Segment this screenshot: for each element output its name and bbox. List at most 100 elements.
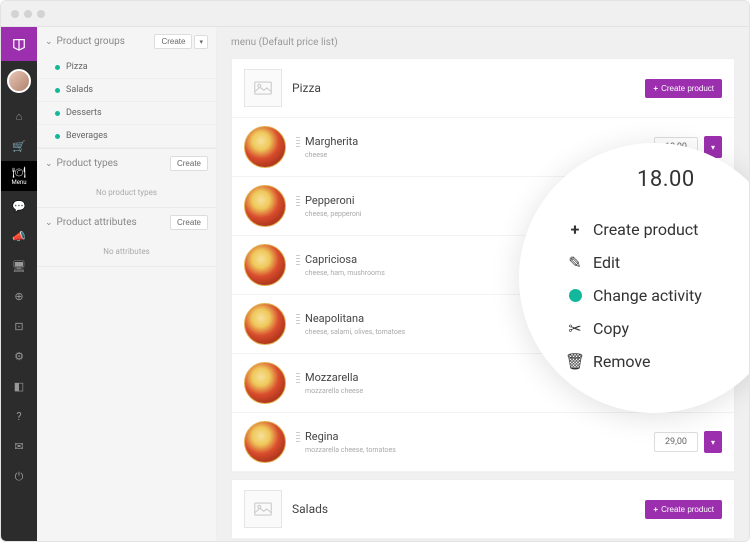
drag-handle-icon[interactable] xyxy=(296,432,300,442)
product-name: Capriciosa xyxy=(305,253,357,266)
product-name: Regina xyxy=(305,430,339,443)
image-placeholder-icon xyxy=(244,490,282,528)
create-product-button[interactable]: Create product xyxy=(645,500,722,519)
create-product-button[interactable]: Create product xyxy=(645,79,722,98)
sidebar-types-section: ⌄ Product types Create No product types xyxy=(37,149,216,208)
group-title: Pizza xyxy=(292,81,645,95)
sidebar-group-item[interactable]: Pizza xyxy=(37,56,216,79)
sidebar-types-header[interactable]: ⌄ Product types Create xyxy=(37,149,216,178)
create-type-button[interactable]: Create xyxy=(170,156,208,171)
scissors-icon: ✂ xyxy=(568,319,581,338)
sidebar-types-empty: No product types xyxy=(37,178,216,207)
chevron-down-icon: ⌄ xyxy=(45,37,53,47)
product-name: Margherita xyxy=(305,135,358,148)
sidebar-item-label: Beverages xyxy=(66,131,108,141)
window-titlebar xyxy=(1,1,749,27)
product-thumb xyxy=(244,362,286,404)
chevron-down-icon: ⌄ xyxy=(45,159,53,169)
rail-home[interactable]: ⌂ xyxy=(1,101,37,131)
activity-dot-icon xyxy=(569,289,582,302)
rail-announce[interactable]: 📣 xyxy=(1,221,37,251)
rail-reports[interactable]: ◧ xyxy=(1,371,37,401)
product-thumb xyxy=(244,126,286,168)
product-row: Regina mozzarella cheese, tomatoes29,00 ▾ xyxy=(232,413,734,472)
context-menu-item[interactable]: ✂ Copy xyxy=(565,312,749,345)
drag-handle-icon[interactable] xyxy=(296,137,300,147)
activity-dot-icon xyxy=(55,88,60,93)
product-thumb xyxy=(244,421,286,463)
sidebar-group-item[interactable]: Desserts xyxy=(37,102,216,125)
activity-dot-icon xyxy=(55,134,60,139)
rail-mail[interactable]: ✉ xyxy=(1,431,37,461)
sidebar-item-label: Salads xyxy=(66,85,93,95)
plus-icon: + xyxy=(571,220,580,239)
context-menu-label: Edit xyxy=(593,253,620,272)
context-menu-label: Change activity xyxy=(593,286,702,305)
trash-icon: 🗑 xyxy=(565,352,585,371)
icon-rail: ⌂ 🛒 🍽Menu 💬 📣 🖥 ⊕ ⊡ ⚙ ◧ ? ✉ ⏻ xyxy=(1,27,37,541)
product-thumb xyxy=(244,303,286,345)
context-menu-item[interactable]: + Create product xyxy=(565,213,749,246)
product-price[interactable]: 29,00 xyxy=(654,432,698,452)
window-dot xyxy=(37,10,45,18)
product-name: Neapolitana xyxy=(305,312,364,325)
product-name: Mozzarella xyxy=(305,371,358,384)
rail-cart[interactable]: 🛒 xyxy=(1,131,37,161)
drag-handle-icon[interactable] xyxy=(296,314,300,324)
context-menu-label: Copy xyxy=(593,319,629,338)
window-dot xyxy=(11,10,19,18)
main-panel: menu (Default price list) PizzaCreate pr… xyxy=(217,27,749,541)
group-card: SaladsCreate product xyxy=(231,479,735,540)
rail-menu[interactable]: 🍽Menu xyxy=(1,161,37,191)
product-thumb xyxy=(244,185,286,227)
app-window: ⌂ 🛒 🍽Menu 💬 📣 🖥 ⊕ ⊡ ⚙ ◧ ? ✉ ⏻ ⌄ Product … xyxy=(0,0,750,542)
drag-handle-icon[interactable] xyxy=(296,373,300,383)
drag-handle-icon[interactable] xyxy=(296,196,300,206)
sidebar-attributes-empty: No attributes xyxy=(37,237,216,266)
sidebar-attributes-header[interactable]: ⌄ Product attributes Create xyxy=(37,208,216,237)
sidebar-group-item[interactable]: Salads xyxy=(37,79,216,102)
rail-logo[interactable] xyxy=(1,27,37,61)
sidebar-types-title: Product types xyxy=(57,158,170,169)
product-description: mozzarella cheese, tomatoes xyxy=(305,446,654,454)
sidebar-group-item[interactable]: Beverages xyxy=(37,125,216,148)
context-menu-item[interactable]: 🗑 Remove xyxy=(565,345,749,378)
sidebar-item-label: Desserts xyxy=(66,108,102,118)
rail-module[interactable]: ⊡ xyxy=(1,311,37,341)
rail-globe[interactable]: ⊕ xyxy=(1,281,37,311)
product-thumb xyxy=(244,244,286,286)
group-header: PizzaCreate product xyxy=(232,59,734,118)
create-group-caret[interactable]: ▾ xyxy=(194,35,208,49)
create-attribute-button[interactable]: Create xyxy=(170,215,208,230)
context-menu-label: Remove xyxy=(593,352,651,371)
context-menu-item[interactable]: Change activity xyxy=(565,279,749,312)
product-action-button[interactable]: ▾ xyxy=(704,431,722,453)
sidebar-item-label: Pizza xyxy=(66,62,88,72)
rail-chat[interactable]: 💬 xyxy=(1,191,37,221)
breadcrumb: menu (Default price list) xyxy=(217,27,749,58)
rail-help[interactable]: ? xyxy=(1,401,37,431)
avatar[interactable] xyxy=(7,69,31,93)
activity-dot-icon xyxy=(55,65,60,70)
context-menu-label: Create product xyxy=(593,220,698,239)
overlay-price: 18.00 xyxy=(637,167,695,192)
product-name: Pepperoni xyxy=(305,194,355,207)
rail-display[interactable]: 🖥 xyxy=(1,251,37,281)
sidebar-attributes-section: ⌄ Product attributes Create No attribute… xyxy=(37,208,216,267)
group-title: Salads xyxy=(292,502,645,516)
window-dot xyxy=(24,10,32,18)
sidebar-groups-title: Product groups xyxy=(57,36,155,47)
image-placeholder-icon xyxy=(244,69,282,107)
sidebar-groups-header[interactable]: ⌄ Product groups Create ▾ xyxy=(37,27,216,56)
sidebar-groups-section: ⌄ Product groups Create ▾ Pizza Salads Des… xyxy=(37,27,216,149)
activity-dot-icon xyxy=(55,111,60,116)
drag-handle-icon[interactable] xyxy=(296,255,300,265)
context-menu-item[interactable]: ✎Edit xyxy=(565,246,749,279)
sidebar: ⌄ Product groups Create ▾ Pizza Salads Des… xyxy=(37,27,217,541)
rail-power[interactable]: ⏻ xyxy=(1,461,37,491)
create-group-button[interactable]: Create xyxy=(154,34,192,49)
product-info: Regina mozzarella cheese, tomatoes xyxy=(296,430,654,454)
chevron-down-icon: ⌄ xyxy=(45,218,53,228)
group-header: SaladsCreate product xyxy=(232,480,734,539)
rail-settings[interactable]: ⚙ xyxy=(1,341,37,371)
